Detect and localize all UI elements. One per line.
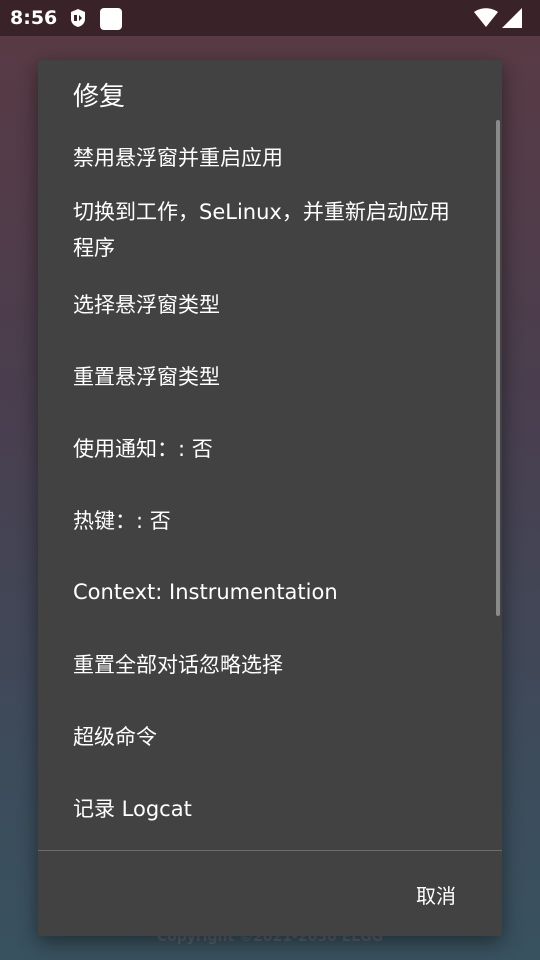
menu-item-label: 禁用悬浮窗并重启应用 [73, 146, 283, 170]
menu-item-label: 重置全部对话忽略选择 [73, 653, 283, 677]
menu-item-select-window-type[interactable]: 选择悬浮窗类型 [38, 268, 494, 340]
repair-dialog: 修复 禁用悬浮窗并重启应用 切换到工作，SeLinux，并重新启动应用程序 选择… [38, 60, 502, 936]
menu-item-disable-floating-window[interactable]: 禁用悬浮窗并重启应用 [38, 122, 494, 192]
status-bar: 8:56 [0, 0, 540, 36]
dialog-title: 修复 [73, 82, 126, 112]
menu-item-label: 使用通知：: 否 [73, 437, 213, 461]
menu-item-hotkey[interactable]: 热键：: 否 [38, 484, 494, 556]
menu-item-label: 热键：: 否 [73, 509, 171, 533]
menu-item-label: Context: Instrumentation [73, 580, 338, 604]
wifi-icon [474, 8, 498, 27]
square-notification-icon [100, 8, 122, 30]
menu-item-label: 超级命令 [73, 725, 157, 749]
menu-item-label: 重置悬浮窗类型 [73, 365, 220, 389]
menu-item-reset-window-type[interactable]: 重置悬浮窗类型 [38, 340, 494, 412]
menu-item-label: 记录 Logcat [73, 797, 192, 821]
cellular-signal-icon [502, 8, 522, 28]
app-badge-icon [71, 9, 85, 27]
menu-item-label: 切换到工作，SeLinux，并重新启动应用程序 [73, 200, 450, 260]
menu-item-record-logcat[interactable]: 记录 Logcat [38, 772, 494, 844]
scrollbar[interactable] [496, 120, 500, 616]
menu-item-reset-dialog-ignore[interactable]: 重置全部对话忽略选择 [38, 628, 494, 700]
cancel-button[interactable]: 取消 [394, 870, 478, 918]
menu-item-switch-selinux[interactable]: 切换到工作，SeLinux，并重新启动应用程序 [38, 192, 494, 268]
menu-item-label: 选择悬浮窗类型 [73, 293, 220, 317]
menu-item-context[interactable]: Context: Instrumentation [38, 556, 494, 628]
menu-list: 禁用悬浮窗并重启应用 切换到工作，SeLinux，并重新启动应用程序 选择悬浮窗… [38, 122, 494, 844]
menu-item-super-command[interactable]: 超级命令 [38, 700, 494, 772]
status-time: 8:56 [10, 7, 58, 29]
dialog-divider [38, 850, 502, 851]
menu-item-use-notification[interactable]: 使用通知：: 否 [38, 412, 494, 484]
